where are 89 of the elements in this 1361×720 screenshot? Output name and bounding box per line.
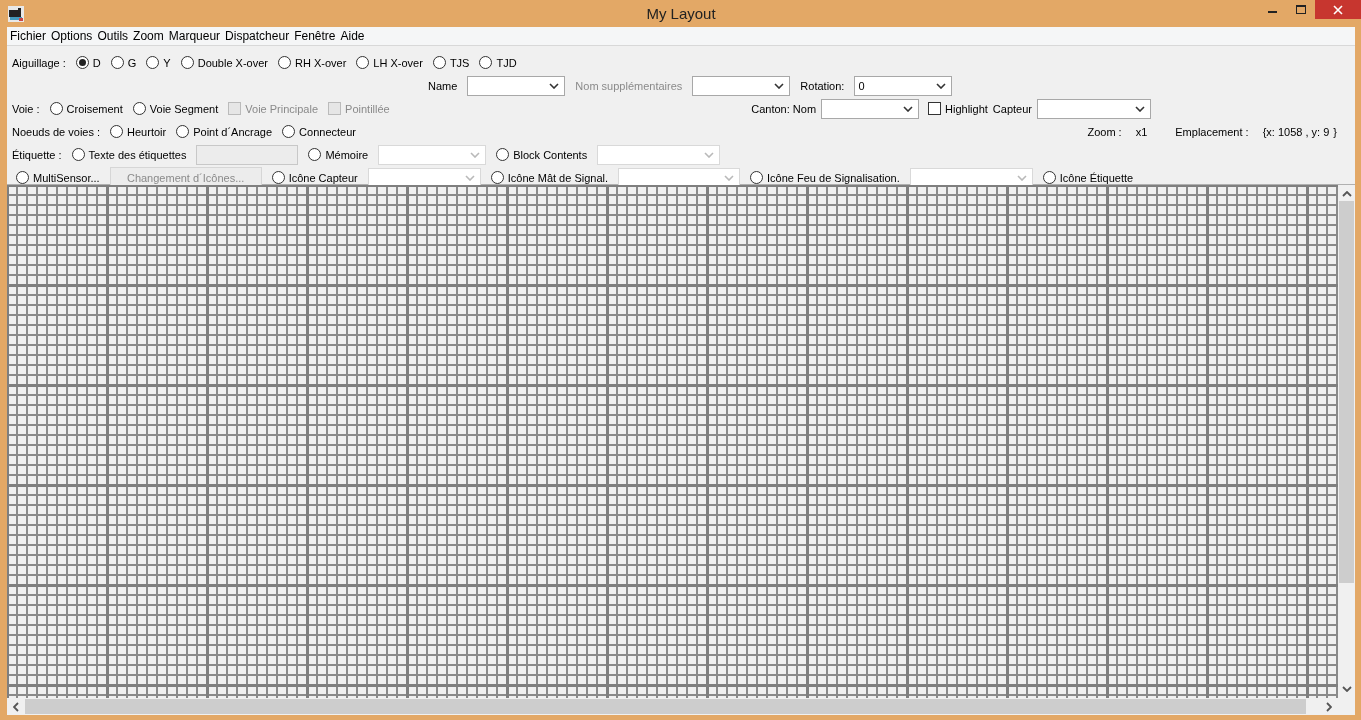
radio-label[interactable]: RH X-over xyxy=(295,56,347,69)
menu-item[interactable]: Options xyxy=(50,29,97,43)
scroll-left-icon[interactable] xyxy=(13,701,19,712)
radio-button[interactable] xyxy=(176,125,190,138)
field-label: Étiquette : xyxy=(12,148,62,161)
radio-label[interactable]: TJD xyxy=(496,56,517,69)
field-label: Voie : xyxy=(12,102,40,115)
radio-label[interactable]: Croisement xyxy=(66,102,123,115)
radio-label[interactable]: LH X-over xyxy=(373,56,423,69)
radio-button[interactable] xyxy=(271,171,285,184)
radio-button[interactable] xyxy=(1042,171,1056,184)
radio-label[interactable]: Texte des étiquettes xyxy=(88,148,187,161)
radio-label[interactable]: Heurtoir xyxy=(127,125,167,138)
window-title: My Layout xyxy=(646,5,716,22)
radio-label[interactable]: D xyxy=(92,56,101,69)
close-icon xyxy=(1333,4,1343,15)
menu-item[interactable]: Outils xyxy=(96,29,133,43)
radio-button[interactable] xyxy=(490,171,504,184)
radio-button[interactable] xyxy=(146,56,160,69)
radio-label[interactable]: MultiSensor... xyxy=(33,171,100,184)
radio-label[interactable]: Y xyxy=(163,56,171,69)
radio-label[interactable]: Voie Segment xyxy=(149,102,219,115)
field-label: Canton: Nom xyxy=(751,102,817,115)
radio-label[interactable]: Double X-over xyxy=(197,56,268,69)
radio-label[interactable]: Icône Capteur xyxy=(288,171,358,184)
menu-item[interactable]: Fichier xyxy=(10,29,50,43)
scroll-down-icon[interactable] xyxy=(1341,686,1352,692)
scroll-right-icon[interactable] xyxy=(1326,701,1332,712)
field-label: {x: 1058 , y: 9 xyxy=(1262,125,1330,138)
checkbox[interactable] xyxy=(928,102,942,115)
radio-label[interactable]: Point d´Ancrage xyxy=(193,125,273,138)
menu-item[interactable]: Dispatcheur xyxy=(224,29,294,43)
radio-button[interactable] xyxy=(49,102,63,115)
radio-button[interactable] xyxy=(356,56,370,69)
chevron-down-icon xyxy=(470,151,481,158)
field-label: Zoom : xyxy=(1087,125,1122,138)
scroll-thumb[interactable] xyxy=(1339,201,1354,583)
radio-button[interactable] xyxy=(282,125,296,138)
scroll-thumb[interactable] xyxy=(25,699,1306,714)
chevron-down-icon xyxy=(936,82,947,89)
radio-label[interactable]: TJS xyxy=(449,56,470,69)
radio-label[interactable]: Icône Mât de Signal. xyxy=(507,171,609,184)
field-label: Aiguillage : xyxy=(12,56,66,69)
radio-label[interactable]: Icône Feu de Signalisation. xyxy=(767,171,900,184)
radio-label[interactable]: Connecteur xyxy=(299,125,356,138)
field-label: Emplacement : xyxy=(1175,125,1249,138)
maximize-icon[interactable] xyxy=(1296,4,1306,15)
chevron-down-icon xyxy=(774,82,785,89)
locomotive-icon xyxy=(8,5,24,22)
radio-button[interactable] xyxy=(16,171,29,184)
close-button[interactable] xyxy=(1315,0,1361,19)
dropdown[interactable]: 0 xyxy=(854,75,953,96)
radio-button[interactable] xyxy=(750,171,764,184)
field-label: Nom supplémentaires xyxy=(575,79,683,92)
radio-button[interactable] xyxy=(278,56,291,69)
checkbox-label[interactable]: Highlight xyxy=(945,102,988,115)
radio-button[interactable] xyxy=(132,102,146,115)
chevron-down-icon xyxy=(724,174,735,181)
field-label: x1 xyxy=(1135,125,1148,138)
chevron-down-icon xyxy=(549,82,560,89)
menu-item[interactable]: Aide xyxy=(339,29,369,43)
chevron-down-icon xyxy=(1016,174,1027,181)
dropdown-value: 0 xyxy=(858,79,865,92)
field-label: Rotation: xyxy=(800,79,845,92)
field-label: } xyxy=(1333,125,1337,138)
chevron-down-icon xyxy=(464,174,475,181)
radio-button[interactable] xyxy=(110,125,124,138)
radio-button[interactable] xyxy=(308,148,322,161)
field-label: Capteur xyxy=(992,102,1032,115)
field-label: Noeuds de voies : xyxy=(12,125,101,138)
field-label: Name xyxy=(428,79,458,92)
radio-button[interactable] xyxy=(110,56,124,69)
radio-button[interactable] xyxy=(432,56,446,69)
radio-button[interactable] xyxy=(75,56,89,69)
radio-label[interactable]: Icône Étiquette xyxy=(1059,171,1134,184)
radio-button[interactable] xyxy=(71,148,85,161)
radio-button[interactable] xyxy=(479,56,493,69)
radio-label[interactable]: G xyxy=(127,56,137,69)
radio-button[interactable] xyxy=(180,56,194,69)
menu-item[interactable]: Zoom xyxy=(132,29,168,43)
radio-label[interactable]: Mémoire xyxy=(325,148,369,161)
chevron-down-icon xyxy=(1135,105,1145,112)
radio-label[interactable]: Block Contents xyxy=(513,148,588,161)
menu-item[interactable]: Fenêtre xyxy=(293,29,340,43)
menu-item[interactable]: Marqueur xyxy=(167,29,225,43)
chevron-down-icon xyxy=(903,105,914,112)
chevron-down-icon xyxy=(704,151,715,158)
scroll-up-icon[interactable] xyxy=(1341,191,1352,197)
radio-button[interactable] xyxy=(496,148,510,161)
